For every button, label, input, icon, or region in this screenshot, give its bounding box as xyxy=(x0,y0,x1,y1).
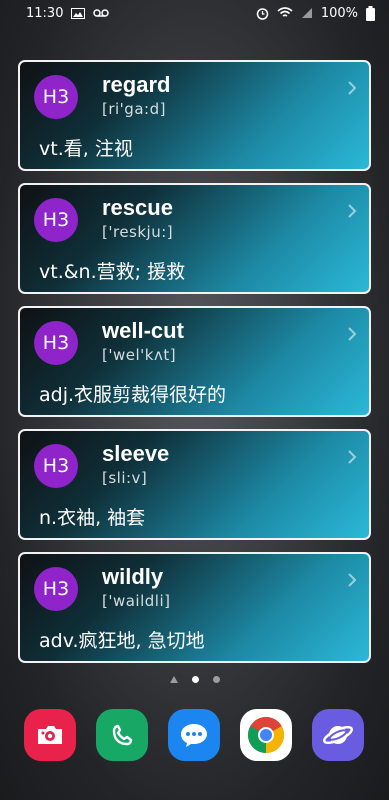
chevron-right-icon[interactable] xyxy=(347,449,357,469)
page-indicator[interactable] xyxy=(0,676,389,683)
meaning-text: vt.&n.营救; 援救 xyxy=(39,261,186,283)
chevron-right-icon[interactable] xyxy=(347,326,357,346)
level-badge: H3 xyxy=(34,198,78,242)
battery-icon xyxy=(366,5,375,21)
phone-icon xyxy=(112,724,133,746)
chevron-right-icon[interactable] xyxy=(347,80,357,100)
chevron-right-icon[interactable] xyxy=(347,203,357,223)
signal-icon xyxy=(301,7,313,19)
wifi-icon xyxy=(277,7,293,19)
image-icon xyxy=(71,7,86,19)
meaning-text: n.衣袖, 袖套 xyxy=(39,507,146,529)
phonetic-text: [ri'ga:d] xyxy=(102,100,166,118)
status-bar: 11:30 100% xyxy=(0,0,389,26)
home-page-indicator[interactable] xyxy=(169,676,178,683)
phone-app[interactable] xyxy=(96,709,148,761)
chrome-icon xyxy=(247,717,285,753)
alarm-icon xyxy=(256,7,269,20)
word-title: rescue xyxy=(102,195,173,220)
message-icon xyxy=(181,724,207,747)
meaning-text: adj.衣服剪裁得很好的 xyxy=(39,384,227,406)
word-card[interactable]: H3 well-cut ['wel'kʌt] adj.衣服剪裁得很好的 xyxy=(18,306,371,417)
screen-recorder-app[interactable] xyxy=(24,709,76,761)
phonetic-text: ['waildli] xyxy=(102,592,171,610)
level-badge: H3 xyxy=(34,444,78,488)
meaning-text: adv.疯狂地, 急切地 xyxy=(39,630,205,652)
chevron-right-icon[interactable] xyxy=(347,572,357,592)
internet-app[interactable] xyxy=(312,709,364,761)
clock: 11:30 xyxy=(26,5,64,21)
messages-app[interactable] xyxy=(168,709,220,761)
vocabulary-widget-list: H3 regard [ri'ga:d] vt.看, 注视 H3 rescue [… xyxy=(18,60,371,675)
word-title: sleeve xyxy=(102,441,170,466)
word-title: regard xyxy=(102,72,171,97)
page-dot-active[interactable] xyxy=(191,676,199,683)
phonetic-text: [sli:v] xyxy=(102,469,148,487)
battery-percent: 100% xyxy=(320,5,358,21)
app-dock xyxy=(0,709,389,765)
level-badge: H3 xyxy=(34,321,78,365)
word-card[interactable]: H3 sleeve [sli:v] n.衣袖, 袖套 xyxy=(18,429,371,540)
phonetic-text: ['wel'kʌt] xyxy=(102,346,177,364)
word-title: well-cut xyxy=(102,318,184,343)
meaning-text: vt.看, 注视 xyxy=(39,138,133,160)
word-title: wildly xyxy=(102,564,164,589)
word-card[interactable]: H3 wildly ['waildli] adv.疯狂地, 急切地 xyxy=(18,552,371,663)
word-card[interactable]: H3 regard [ri'ga:d] vt.看, 注视 xyxy=(18,60,371,171)
page-dot[interactable] xyxy=(212,676,220,683)
level-badge: H3 xyxy=(34,567,78,611)
voicemail-icon xyxy=(93,9,110,17)
phonetic-text: ['reskju:] xyxy=(102,223,174,241)
level-badge: H3 xyxy=(34,75,78,119)
planet-icon xyxy=(322,725,354,745)
chrome-app[interactable] xyxy=(240,709,292,761)
word-card[interactable]: H3 rescue ['reskju:] vt.&n.营救; 援救 xyxy=(18,183,371,294)
camera-icon xyxy=(38,726,62,744)
